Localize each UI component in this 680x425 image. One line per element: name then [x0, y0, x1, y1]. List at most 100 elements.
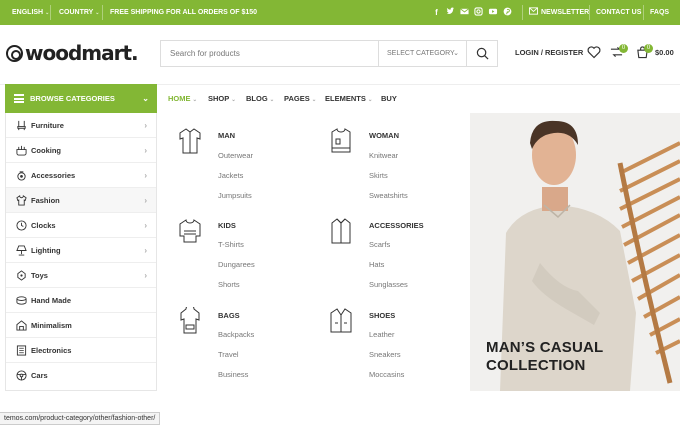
mega-title-man[interactable]: MAN [218, 131, 235, 140]
lamp-icon [16, 245, 27, 256]
newsletter-label: NEWSLETTER [541, 9, 590, 16]
email-icon[interactable] [460, 7, 469, 18]
sidebar-item-toys[interactable]: Toys › [6, 263, 156, 288]
faqs-link[interactable]: FAQS [650, 0, 669, 25]
chevron-down-icon: ⌄ [453, 50, 459, 57]
search-button[interactable] [466, 41, 497, 66]
country-selector[interactable]: COUNTRY ⌄ [59, 0, 99, 25]
sidebar-item-accessories[interactable]: Accessories › [6, 163, 156, 188]
nav-buy[interactable]: BUY [381, 84, 397, 113]
mega-link[interactable]: Outerwear [218, 151, 253, 160]
login-register-link[interactable]: LOGIN / REGISTER [515, 48, 583, 57]
mega-link[interactable]: Shorts [218, 280, 240, 289]
mega-link[interactable]: Dungarees [218, 260, 255, 269]
sidebar-item-clocks[interactable]: Clocks › [6, 213, 156, 238]
language-label: ENGLISH [12, 9, 44, 16]
mega-link[interactable]: Sneakers [369, 350, 401, 359]
chevron-right-icon: › [144, 246, 147, 255]
sidebar-item-hand-made[interactable]: Hand Made [6, 288, 156, 313]
chevron-down-icon: ⌄ [45, 10, 50, 16]
nav-blog[interactable]: BLOG ⌄ [246, 84, 274, 113]
banner-title-line1: MAN’S CASUAL [486, 339, 604, 356]
mega-link[interactable]: Business [218, 370, 248, 379]
divider [102, 5, 103, 20]
menu-icon [14, 94, 24, 103]
facebook-icon[interactable]: f [432, 7, 441, 18]
mega-link[interactable]: Skirts [369, 171, 388, 180]
browser-status-url: temos.com/product-category/other/fashion… [0, 412, 161, 425]
sidebar-item-electronics[interactable]: Electronics [6, 338, 156, 363]
search-icon [476, 47, 489, 60]
mega-link[interactable]: Jackets [218, 171, 243, 180]
cooking-pot-icon [16, 145, 27, 156]
nav-pages[interactable]: PAGES ⌄ [284, 84, 316, 113]
chevron-right-icon: › [144, 221, 147, 230]
hoodie-icon [180, 307, 200, 334]
promo-banner[interactable]: MAN’S CASUAL COLLECTION [470, 113, 680, 391]
language-selector[interactable]: ENGLISH ⌄ [12, 0, 49, 25]
sidebar-item-label: Clocks [31, 221, 56, 230]
twitter-icon[interactable] [446, 7, 455, 18]
handmade-icon [16, 296, 27, 305]
mega-link[interactable]: Hats [369, 260, 384, 269]
mega-link[interactable]: Travel [218, 350, 239, 359]
cart-total[interactable]: $0.00 [655, 48, 674, 57]
sidebar-item-label: Hand Made [31, 296, 72, 305]
mega-link[interactable]: Jumpsuits [218, 191, 252, 200]
mega-title-woman[interactable]: WOMAN [369, 131, 399, 140]
sidebar-item-label: Cooking [31, 146, 61, 155]
site-logo[interactable]: woodmart. [6, 41, 139, 65]
toy-icon [17, 270, 26, 281]
chevron-down-icon: ⌄ [95, 10, 100, 16]
nav-home-label: HOME [168, 94, 191, 103]
mega-link[interactable]: Sunglasses [369, 280, 408, 289]
sidebar-item-cars[interactable]: Cars [6, 363, 156, 388]
banner-title-line2: COLLECTION [486, 357, 586, 374]
logo-text: woodmart. [25, 41, 139, 65]
contact-us-link[interactable]: CONTACT US [596, 0, 641, 25]
mega-link[interactable]: Sweatshirts [369, 191, 408, 200]
nav-home[interactable]: HOME ⌄ [168, 84, 197, 113]
sidebar-item-fashion[interactable]: Fashion › [6, 188, 156, 213]
mega-link[interactable]: Scarfs [369, 240, 390, 249]
category-select-label: SELECT CATEGORY [387, 50, 455, 57]
mega-link[interactable]: Moccasins [369, 370, 404, 379]
mega-title-shoes[interactable]: SHOES [369, 311, 395, 320]
chair-icon [17, 120, 26, 131]
nav-elements[interactable]: ELEMENTS ⌄ [325, 84, 372, 113]
mega-title-bags[interactable]: BAGS [218, 311, 240, 320]
minimalism-icon [16, 320, 27, 331]
nav-buy-label: BUY [381, 94, 397, 103]
clock-icon [16, 220, 27, 231]
chevron-down-icon: ⌄ [231, 97, 236, 103]
fashion-mega-menu: MAN Outerwear Jackets Jumpsuits WOMAN Kn… [157, 113, 470, 391]
mega-title-kids[interactable]: KIDS [218, 221, 236, 230]
instagram-icon[interactable] [474, 7, 483, 18]
sidebar-item-label: Electronics [31, 346, 72, 355]
browse-categories-button[interactable]: BROWSE CATEGORIES ⌄ [5, 84, 157, 113]
mega-title-accessories[interactable]: ACCESSORIES [369, 221, 424, 230]
sidebar-item-minimalism[interactable]: Minimalism [6, 313, 156, 338]
chevron-right-icon: › [144, 271, 147, 280]
nav-shop[interactable]: SHOP ⌄ [208, 84, 236, 113]
country-label: COUNTRY [59, 9, 94, 16]
mega-link[interactable]: T-Shirts [218, 240, 244, 249]
sidebar-item-furniture[interactable]: Furniture › [6, 113, 156, 138]
search-input[interactable] [161, 41, 377, 66]
sidebar-item-lighting[interactable]: Lighting › [6, 238, 156, 263]
mega-link[interactable]: Knitwear [369, 151, 398, 160]
category-select[interactable]: SELECT CATEGORY ⌄ [378, 41, 467, 66]
wishlist-button[interactable] [587, 45, 601, 60]
newsletter-link[interactable]: NEWSLETTER [529, 0, 589, 25]
youtube-icon[interactable] [488, 7, 498, 18]
divider [643, 5, 644, 20]
sidebar-item-label: Lighting [31, 246, 61, 255]
nav-pages-label: PAGES [284, 94, 310, 103]
logo-mark-icon [6, 44, 23, 62]
kids-sweater-icon [179, 219, 201, 243]
car-icon [16, 370, 27, 381]
mega-link[interactable]: Backpacks [218, 330, 254, 339]
pinterest-icon[interactable] [503, 7, 512, 18]
mega-link[interactable]: Leather [369, 330, 394, 339]
sidebar-item-cooking[interactable]: Cooking › [6, 138, 156, 163]
